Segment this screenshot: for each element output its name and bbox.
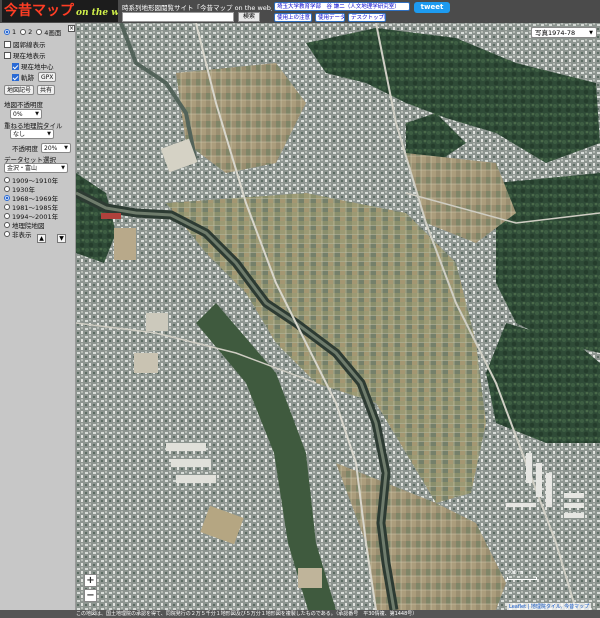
zoom-out-button[interactable]: − xyxy=(84,589,97,602)
copyright-footer: この地図は、国土地理院の承認を得て、同院発行の２万５千分１地形図及び５万分１地形… xyxy=(0,610,600,618)
layout-label-1: 1 xyxy=(12,28,17,36)
current-map-checkbox[interactable] xyxy=(4,51,11,59)
layout-options: 1 2 4画面 xyxy=(4,27,61,37)
period-option-6[interactable]: 非表示 xyxy=(4,229,32,239)
layout-radio-4[interactable] xyxy=(36,29,43,35)
track-option[interactable]: 軌跡 GPX xyxy=(12,72,57,82)
map-opacity-select[interactable]: 0% ▼ xyxy=(10,109,42,119)
grid-lines-checkbox[interactable] xyxy=(4,40,11,48)
overlay-opacity-select[interactable]: 20% ▼ xyxy=(41,143,71,153)
overlay-opacity-row: 不透明度 20% ▼ xyxy=(12,143,71,153)
center-location-label: 現在地中心 xyxy=(21,63,54,71)
author-link[interactable]: 埼玉大学教育学部 谷 謙二（人文地理学研究室） xyxy=(274,2,410,11)
usage-notes-link[interactable]: 使用上の注意 xyxy=(274,13,312,22)
chevron-down-icon: ▼ xyxy=(61,164,65,171)
layout-radio-2[interactable] xyxy=(20,29,27,35)
overlay-tile-row: なし ▼ xyxy=(10,129,54,139)
photo-layer-value: 写真1974-78 xyxy=(535,28,576,37)
search-button[interactable]: 検索 xyxy=(238,12,260,22)
chevron-down-icon: ▼ xyxy=(35,110,39,117)
dataset-row: 金沢・富山 ▼ xyxy=(4,163,68,173)
site-logo[interactable]: 今昔マップon the web xyxy=(2,0,118,22)
scale-label: 300 m xyxy=(507,570,524,576)
grid-lines-label: 図郭線表示 xyxy=(13,41,46,49)
control-sidebar: × 1 2 4画面 図郭線表示 現在地表示 現在地中心 軌跡 GPX 地図記号 … xyxy=(0,23,76,610)
grid-lines-option[interactable]: 図郭線表示 xyxy=(4,39,46,49)
logo-main-text: 今昔マップ xyxy=(4,3,74,19)
map-opacity-row: 0% ▼ xyxy=(10,109,42,119)
scale-bar xyxy=(507,577,537,580)
chevron-down-icon: ▼ xyxy=(64,144,68,151)
desktop-version-link[interactable]: デスクトップ版 xyxy=(348,13,386,22)
center-location-option[interactable]: 現在地中心 xyxy=(12,61,54,71)
search-input[interactable] xyxy=(122,12,234,22)
move-down-button[interactable]: ▼ xyxy=(57,234,66,243)
header-bar: 今昔マップon the web 時系列地形図閲覧サイト「今昔マップ on the… xyxy=(0,0,600,23)
period-radio-3[interactable] xyxy=(4,204,10,210)
overlay-tile-value: なし xyxy=(13,130,26,138)
aerial-photo-map[interactable] xyxy=(76,23,600,610)
center-location-checkbox[interactable] xyxy=(12,62,19,70)
period-radio-6[interactable] xyxy=(4,231,10,237)
aerial-imagery xyxy=(76,23,600,610)
chevron-down-icon: ▼ xyxy=(589,29,593,36)
data-used-link[interactable]: 使用データ xyxy=(315,13,345,22)
overlay-opacity-label: 不透明度 xyxy=(12,145,38,153)
current-map-label: 現在地表示 xyxy=(13,52,46,60)
gpx-button[interactable]: GPX xyxy=(38,72,57,82)
site-title: 時系列地形図閲覧サイト「今昔マップ on the web」 xyxy=(122,4,272,12)
period-radio-2[interactable] xyxy=(4,195,10,201)
map-attribution[interactable]: Leaflet | 地理院タイル, 今昔マップ xyxy=(507,603,592,610)
layout-label-4: 4画面 xyxy=(44,29,62,37)
map-opacity-value: 0% xyxy=(13,110,23,118)
track-label: 軌跡 xyxy=(21,74,34,82)
move-up-button[interactable]: ▲ xyxy=(37,234,46,243)
period-radio-0[interactable] xyxy=(4,177,10,183)
period-radio-4[interactable] xyxy=(4,213,10,219)
layout-label-2: 2 xyxy=(28,28,33,36)
tweet-button[interactable]: tweet xyxy=(414,2,450,13)
period-label-6: 非表示 xyxy=(12,231,32,239)
legend-share-row: 地図記号 共有 xyxy=(4,85,56,95)
overlay-tile-select[interactable]: なし ▼ xyxy=(10,129,54,139)
zoom-in-button[interactable]: + xyxy=(84,574,97,587)
close-icon[interactable]: × xyxy=(68,25,75,32)
overlay-opacity-value: 20% xyxy=(44,144,58,152)
photo-layer-select[interactable]: 写真1974-78 ▼ xyxy=(531,27,597,38)
map-opacity-label: 地図不透明度 xyxy=(4,101,43,109)
period-radio-1[interactable] xyxy=(4,186,10,192)
current-map-option[interactable]: 現在地表示 xyxy=(4,50,46,60)
track-checkbox[interactable] xyxy=(12,73,19,81)
logo-sub-text: on the web xyxy=(76,8,118,18)
chevron-down-icon: ▼ xyxy=(47,130,51,137)
map-legend-button[interactable]: 地図記号 xyxy=(4,85,35,95)
share-button[interactable]: 共有 xyxy=(37,85,56,95)
dataset-value: 金沢・富山 xyxy=(7,164,38,172)
dataset-select[interactable]: 金沢・富山 ▼ xyxy=(4,163,68,173)
period-radio-5[interactable] xyxy=(4,222,10,228)
layout-radio-1[interactable] xyxy=(4,29,10,35)
